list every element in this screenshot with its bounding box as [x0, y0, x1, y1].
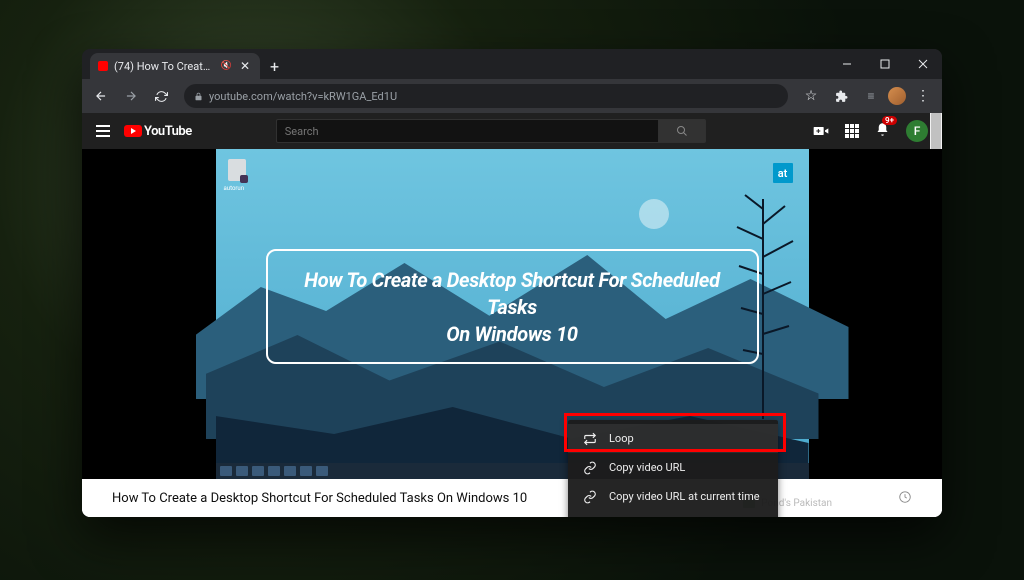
- reading-list-icon[interactable]: ≡: [858, 83, 884, 109]
- header-right: 9+ F: [813, 120, 928, 142]
- link-icon: [582, 460, 597, 475]
- search-button[interactable]: [658, 119, 706, 143]
- user-avatar[interactable]: F: [906, 120, 928, 142]
- loop-icon: [582, 431, 597, 446]
- maximize-button[interactable]: [866, 49, 904, 79]
- video-desktop-icon: [228, 159, 246, 181]
- close-window-button[interactable]: [904, 49, 942, 79]
- video-overlay-title: How To Create a Desktop Shortcut For Sch…: [266, 249, 759, 364]
- search-bar: [276, 119, 706, 143]
- profile-avatar-icon[interactable]: [888, 87, 906, 105]
- menu-dots-icon[interactable]: ⋮: [910, 83, 936, 109]
- extensions-icon[interactable]: [828, 83, 854, 109]
- lock-icon: [194, 92, 203, 101]
- mute-icon[interactable]: 🔇: [221, 61, 232, 71]
- video-player-area: autorun at How To Create a Desktop Short…: [82, 149, 942, 479]
- page-content: YouTube 9+ F: [82, 113, 942, 517]
- youtube-header: YouTube 9+ F: [82, 113, 942, 149]
- hamburger-menu-icon[interactable]: [96, 125, 110, 137]
- youtube-favicon: [98, 61, 108, 71]
- notifications-icon[interactable]: 9+: [875, 122, 890, 141]
- url-text: youtube.com/watch?v=kRW1GA_Ed1U: [209, 90, 397, 103]
- ctx-item-copy-url-time[interactable]: Copy video URL at current time: [568, 482, 778, 511]
- minimize-button[interactable]: [828, 49, 866, 79]
- reload-button[interactable]: [148, 83, 174, 109]
- window-controls: [828, 49, 942, 79]
- address-bar[interactable]: youtube.com/watch?v=kRW1GA_Ed1U: [184, 84, 788, 108]
- channel-badge: at: [773, 163, 793, 183]
- search-icon: [676, 125, 688, 137]
- ctx-label: Copy video URL at current time: [609, 490, 760, 503]
- search-input[interactable]: [276, 119, 658, 143]
- forward-button[interactable]: [118, 83, 144, 109]
- browser-tab[interactable]: (74) How To Create a Deskto 🔇 ✕: [90, 53, 260, 79]
- close-tab-button[interactable]: ✕: [238, 59, 252, 73]
- create-video-icon[interactable]: [813, 122, 829, 141]
- new-tab-button[interactable]: +: [260, 53, 289, 79]
- video-info-bar: How To Create a Desktop Shortcut For Sch…: [82, 479, 942, 517]
- youtube-play-icon: [124, 125, 142, 137]
- overlay-title-line2: On Windows 10: [288, 321, 737, 348]
- back-button[interactable]: [88, 83, 114, 109]
- ctx-label: Copy video URL: [609, 461, 685, 474]
- browser-window: (74) How To Create a Deskto 🔇 ✕ +: [82, 49, 942, 517]
- video-sun: [639, 199, 669, 229]
- video-page-title: How To Create a Desktop Shortcut For Sch…: [112, 491, 527, 506]
- youtube-logo-text: YouTube: [144, 124, 192, 139]
- overlay-title-line1: How To Create a Desktop Shortcut For Sch…: [288, 267, 737, 321]
- context-menu: Loop Copy video URL Copy video URL at cu…: [568, 420, 778, 517]
- apps-grid-icon[interactable]: [845, 124, 859, 138]
- watch-later-icon[interactable]: [898, 490, 912, 507]
- browser-toolbar: youtube.com/watch?v=kRW1GA_Ed1U ☆ ≡ ⋮: [82, 79, 942, 113]
- notif-badge: 9+: [882, 116, 897, 125]
- ctx-label: Loop: [609, 432, 634, 445]
- tab-strip: (74) How To Create a Deskto 🔇 ✕ +: [82, 49, 942, 79]
- link-icon: [582, 489, 597, 504]
- ctx-item-copy-embed[interactable]: Copy embed code: [568, 511, 778, 517]
- bookmark-star-icon[interactable]: ☆: [798, 83, 824, 109]
- video-desktop-icon-label: autorun: [224, 185, 245, 192]
- tab-title: (74) How To Create a Deskto: [114, 60, 215, 73]
- youtube-logo[interactable]: YouTube: [124, 124, 192, 139]
- ctx-item-copy-url[interactable]: Copy video URL: [568, 453, 778, 482]
- ctx-item-loop[interactable]: Loop: [568, 424, 778, 453]
